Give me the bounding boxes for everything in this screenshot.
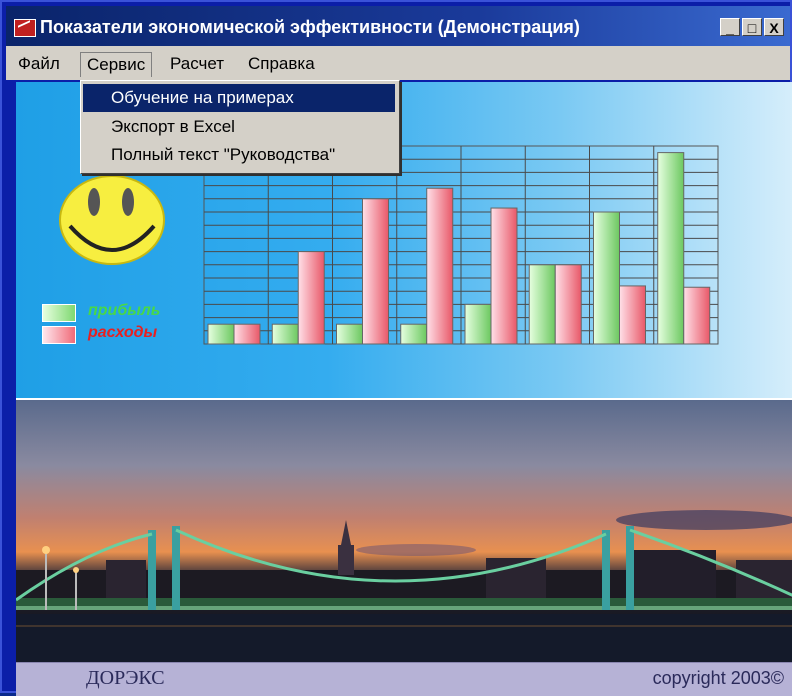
copyright-text: copyright 2003© [652,668,784,688]
bar-expense-1999 [233,323,261,345]
service-dropdown-menu: Обучение на примерах Экспорт в Excel Пол… [80,80,400,174]
bar-expense-2001 [362,198,389,345]
menu-calculation[interactable]: Расчет [164,52,230,76]
menu-service[interactable]: Сервис [80,52,153,77]
app-icon[interactable] [14,19,36,37]
bridge-illustration [16,510,792,662]
bar-profit-2005 [593,211,620,345]
menu-help[interactable]: Справка [242,52,321,76]
app-window: Показатели экономической эффективности (… [0,0,792,696]
close-button[interactable]: X [764,18,784,36]
menu-item-export-excel[interactable]: Экспорт в Excel [83,113,395,141]
bar-profit-2002 [400,323,428,345]
bar-profit-2006 [657,152,685,345]
title-bar[interactable]: Показатели экономической эффективности (… [6,6,790,46]
bridge-photo [16,400,792,662]
bar-expense-2006 [683,286,711,345]
bar-profit-2004 [528,264,556,345]
menu-item-full-guide[interactable]: Полный текст "Руководства" [83,141,395,169]
menu-bar: Файл Сервис Расчет Справка [6,46,790,80]
bar-profit-2000 [271,323,299,345]
bar-profit-2003 [464,303,492,345]
menu-file[interactable]: Файл [12,52,66,76]
menu-item-learn-examples[interactable]: Обучение на примерах [83,84,395,112]
bar-expense-2005 [619,285,646,345]
bar-profit-2001 [336,323,363,345]
bar-expense-2004 [554,264,582,345]
company-name: ДОРЭКС [86,667,165,689]
minimize-button[interactable]: _ [720,18,740,36]
bar-expense-2000 [297,251,325,345]
maximize-button[interactable]: □ [742,18,762,36]
window-title: Показатели экономической эффективности (… [40,17,580,37]
footer-bar: ДОРЭКС copyright 2003© [16,662,792,696]
bar-profit-1999 [207,323,235,345]
bar-expense-2003 [490,207,518,345]
bar-expense-2002 [426,187,454,345]
